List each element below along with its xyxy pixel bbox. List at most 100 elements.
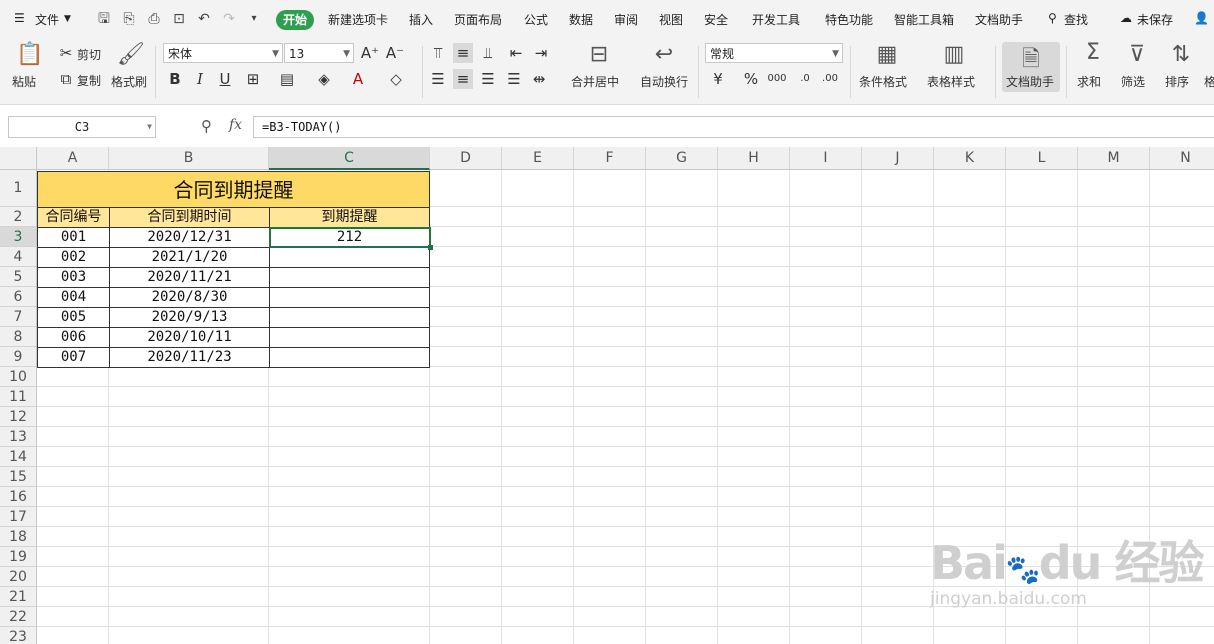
wrap-text-button[interactable]: 自动换行 xyxy=(640,73,688,90)
format-painter-icon[interactable]: 🖌 xyxy=(117,42,145,67)
align-left-icon[interactable]: ☰ xyxy=(428,69,448,89)
decrease-decimal-icon[interactable]: .00 xyxy=(820,69,840,89)
row-header-10[interactable]: 10 xyxy=(0,367,37,387)
cell-expiry-reminder[interactable] xyxy=(269,327,430,348)
tab-new[interactable]: 新建选项卡 xyxy=(328,11,388,28)
font-size-select[interactable]: 13 ▼ xyxy=(284,43,354,63)
sheet-title-cell[interactable]: 合同到期提醒 xyxy=(37,171,430,208)
cell-contract-id[interactable]: 001 xyxy=(37,227,110,248)
cell-expiry-reminder[interactable] xyxy=(269,267,430,288)
sort-button[interactable]: 排序 xyxy=(1165,73,1189,90)
cell-expiry-date[interactable]: 2020/11/21 xyxy=(109,267,270,288)
redo-icon[interactable]: ↷ xyxy=(220,10,238,28)
column-header-j[interactable]: J xyxy=(862,147,934,170)
cell-expiry-reminder[interactable] xyxy=(269,247,430,268)
chevron-down-icon[interactable]: ▼ xyxy=(64,14,71,24)
search-icon[interactable]: ⚲ xyxy=(1048,11,1057,25)
row-header-19[interactable]: 19 xyxy=(0,547,37,567)
increase-indent-icon[interactable]: ⇥ xyxy=(531,43,551,63)
cell-contract-id[interactable]: 003 xyxy=(37,267,110,288)
row-header-13[interactable]: 13 xyxy=(0,427,37,447)
tab-view[interactable]: 视图 xyxy=(659,11,683,28)
row-header-8[interactable]: 8 xyxy=(0,327,37,347)
copy-icon[interactable]: ⧉ xyxy=(56,69,76,89)
sort-icon[interactable]: ⇅ xyxy=(1168,42,1194,67)
doc-assistant-button[interactable]: 文档助手 xyxy=(1006,73,1054,90)
align-middle-icon[interactable]: ≡ xyxy=(453,43,473,63)
font-name-select[interactable]: 宋体 ▼ xyxy=(163,43,283,63)
cell-expiry-date[interactable]: 2020/9/13 xyxy=(109,307,270,328)
column-header-k[interactable]: K xyxy=(934,147,1006,170)
row-header-12[interactable]: 12 xyxy=(0,407,37,427)
increase-font-icon[interactable]: A⁺ xyxy=(360,43,380,63)
column-header-h[interactable]: H xyxy=(718,147,790,170)
user-icon[interactable]: 👤 xyxy=(1194,11,1209,25)
cell-expiry-reminder[interactable] xyxy=(269,287,430,308)
row-header-7[interactable]: 7 xyxy=(0,307,37,327)
cell-expiry-date[interactable]: 2020/11/23 xyxy=(109,347,270,368)
row-header-2[interactable]: 2 xyxy=(0,207,37,227)
file-menu[interactable]: 文件 xyxy=(35,11,59,28)
tab-insert[interactable]: 插入 xyxy=(409,11,433,28)
quick-access-dropdown-icon[interactable]: ▾ xyxy=(245,10,263,28)
merge-center-icon[interactable]: ⊟ xyxy=(586,42,612,67)
row-header-1[interactable]: 1 xyxy=(0,170,37,207)
print-icon[interactable]: ⎙ xyxy=(145,10,163,28)
paste-button[interactable]: 粘贴 xyxy=(12,73,36,90)
format-button-partial[interactable]: 格 xyxy=(1204,73,1214,90)
filter-icon[interactable]: ⊽ xyxy=(1124,42,1150,67)
menu-icon[interactable]: ☰ xyxy=(14,11,25,25)
borders-icon[interactable]: ⊞ xyxy=(243,69,263,89)
tab-smart-tools[interactable]: 智能工具箱 xyxy=(894,11,954,28)
underline-icon[interactable]: U xyxy=(215,69,235,89)
wrap-text-icon[interactable]: ↩ xyxy=(651,42,677,67)
filter-button[interactable]: 筛选 xyxy=(1121,73,1145,90)
cloud-icon[interactable]: ☁ xyxy=(1120,11,1132,25)
tab-developer[interactable]: 开发工具 xyxy=(752,11,800,28)
name-box[interactable]: C3 ▼ xyxy=(8,116,156,138)
column-header-m[interactable]: M xyxy=(1078,147,1150,170)
row-header-18[interactable]: 18 xyxy=(0,527,37,547)
row-header-3[interactable]: 3 xyxy=(0,227,37,247)
cell-contract-id[interactable]: 004 xyxy=(37,287,110,308)
cell-style-icon[interactable]: ▤ xyxy=(277,69,297,89)
conditional-format-icon[interactable]: ▦ xyxy=(874,42,900,67)
italic-icon[interactable]: I xyxy=(190,69,210,89)
fx-icon[interactable]: fx xyxy=(229,117,242,133)
tab-page-layout[interactable]: 页面布局 xyxy=(454,11,502,28)
header-cell-expiry-date[interactable]: 合同到期时间 xyxy=(109,207,270,228)
save-status[interactable]: 未保存 xyxy=(1137,11,1173,28)
currency-icon[interactable]: ¥ xyxy=(708,69,728,89)
zoom-icon[interactable]: ⚲ xyxy=(201,117,212,135)
cell-expiry-date[interactable]: 2020/12/31 xyxy=(109,227,270,248)
distribute-icon[interactable]: ⇹ xyxy=(529,69,549,89)
formula-input[interactable]: =B3-TODAY() xyxy=(253,116,1214,138)
number-format-select[interactable]: 常规 ▼ xyxy=(705,43,843,63)
column-header-n[interactable]: N xyxy=(1150,147,1214,170)
row-header-6[interactable]: 6 xyxy=(0,287,37,307)
cell-expiry-reminder[interactable] xyxy=(269,307,430,328)
header-cell-expiry-reminder[interactable]: 到期提醒 xyxy=(269,207,430,228)
tab-home[interactable]: 开始 xyxy=(276,10,314,30)
fill-color-icon[interactable]: ◈ xyxy=(314,69,334,89)
column-header-l[interactable]: L xyxy=(1006,147,1078,170)
percent-icon[interactable]: % xyxy=(741,69,761,89)
row-header-23[interactable]: 23 xyxy=(0,627,37,644)
search-label[interactable]: 查找 xyxy=(1064,11,1088,28)
row-header-21[interactable]: 21 xyxy=(0,587,37,607)
cell-contract-id[interactable]: 002 xyxy=(37,247,110,268)
column-header-i[interactable]: I xyxy=(790,147,862,170)
tab-security[interactable]: 安全 xyxy=(704,11,728,28)
align-bottom-icon[interactable]: ⫫ xyxy=(478,43,498,63)
conditional-format-button[interactable]: 条件格式 xyxy=(859,73,907,90)
tab-data[interactable]: 数据 xyxy=(569,11,593,28)
copy-button[interactable]: 复制 xyxy=(77,72,101,89)
decrease-indent-icon[interactable]: ⇤ xyxy=(506,43,526,63)
cell-expiry-date[interactable]: 2020/10/11 xyxy=(109,327,270,348)
column-header-e[interactable]: E xyxy=(502,147,574,170)
table-style-icon[interactable]: ▥ xyxy=(941,42,967,67)
row-header-20[interactable]: 20 xyxy=(0,567,37,587)
fill-handle[interactable] xyxy=(428,245,433,250)
row-header-4[interactable]: 4 xyxy=(0,247,37,267)
tab-formulas[interactable]: 公式 xyxy=(524,11,548,28)
